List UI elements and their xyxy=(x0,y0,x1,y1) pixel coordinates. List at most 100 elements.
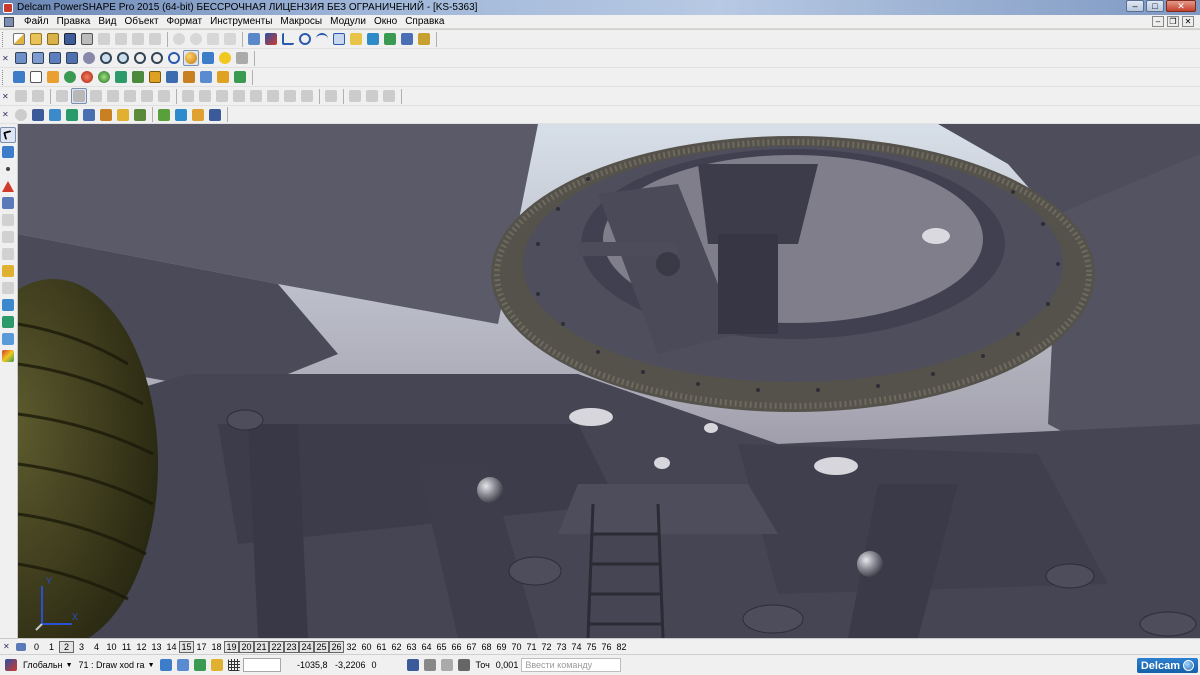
select-arrow-icon[interactable] xyxy=(0,127,16,143)
view-top-icon[interactable] xyxy=(30,50,46,66)
select-wireframe-icon[interactable] xyxy=(81,107,97,123)
coord-y[interactable]: -3,2206 xyxy=(331,658,369,672)
solid-chamfer-icon[interactable] xyxy=(180,88,196,104)
solid-fillet-icon[interactable] xyxy=(156,88,172,104)
level-19[interactable]: 19 xyxy=(224,640,239,653)
menu-edit[interactable]: Правка xyxy=(53,16,95,27)
redo-list-icon[interactable] xyxy=(222,31,238,47)
level-24[interactable]: 24 xyxy=(299,640,314,653)
warning-icon[interactable] xyxy=(0,178,16,194)
transfer-icon[interactable] xyxy=(232,69,248,85)
close-toolbar-icon[interactable]: ✕ xyxy=(2,54,10,63)
doc-close-icon[interactable]: ✕ xyxy=(1182,16,1194,27)
level-22[interactable]: 22 xyxy=(269,640,284,653)
box-select-icon[interactable] xyxy=(0,144,16,160)
text-icon[interactable] xyxy=(331,31,347,47)
redo-icon[interactable] xyxy=(188,31,204,47)
rotate-icon[interactable] xyxy=(0,229,16,245)
sphere-icon[interactable] xyxy=(79,69,95,85)
color-icon[interactable] xyxy=(0,348,16,364)
zoom-in-icon[interactable] xyxy=(98,50,114,66)
maximize-icon[interactable]: □ xyxy=(1146,0,1164,12)
level-25[interactable]: 25 xyxy=(314,640,329,653)
menu-object[interactable]: Объект xyxy=(120,16,162,27)
sphere-green-icon[interactable] xyxy=(96,69,112,85)
level-4[interactable]: 4 xyxy=(89,641,104,653)
menu-help[interactable]: Справка xyxy=(401,16,448,27)
curve-icon[interactable] xyxy=(314,31,330,47)
solid-tree-icon[interactable] xyxy=(323,88,339,104)
view-rotate-icon[interactable] xyxy=(81,50,97,66)
menu-format[interactable]: Формат xyxy=(163,16,207,27)
level-62[interactable]: 62 xyxy=(389,641,404,653)
close-toolbar-icon[interactable]: ✕ xyxy=(2,110,10,119)
level-26[interactable]: 26 xyxy=(329,640,344,653)
solid-loft-icon[interactable] xyxy=(122,88,138,104)
status-select-icon[interactable] xyxy=(158,657,174,673)
component-icon[interactable] xyxy=(181,69,197,85)
shaded-wire-icon[interactable] xyxy=(200,50,216,66)
cone-icon[interactable] xyxy=(113,69,129,85)
solid-thicken-icon[interactable] xyxy=(265,88,281,104)
level-10[interactable]: 10 xyxy=(104,641,119,653)
zoom-box-icon[interactable] xyxy=(132,50,148,66)
line-icon[interactable] xyxy=(280,31,296,47)
level-72[interactable]: 72 xyxy=(539,641,554,653)
level-17[interactable]: 17 xyxy=(194,641,209,653)
select-surfaces-icon[interactable] xyxy=(64,107,80,123)
undo-list-icon[interactable] xyxy=(205,31,221,47)
save-icon[interactable] xyxy=(62,31,78,47)
scale-icon[interactable] xyxy=(0,246,16,262)
doc-minimize-icon[interactable]: – xyxy=(1152,16,1164,27)
solid-repair-icon[interactable] xyxy=(364,88,380,104)
level-61[interactable]: 61 xyxy=(374,641,389,653)
minimize-icon[interactable]: – xyxy=(1126,0,1144,12)
menu-modules[interactable]: Модули xyxy=(326,16,370,27)
solid-draft-icon[interactable] xyxy=(197,88,213,104)
calculator-icon[interactable] xyxy=(405,657,421,673)
menu-view[interactable]: Вид xyxy=(94,16,120,27)
level-67[interactable]: 67 xyxy=(464,641,479,653)
block-icon[interactable] xyxy=(147,69,163,85)
new-model-icon[interactable] xyxy=(11,31,27,47)
coord-mode-icon[interactable] xyxy=(439,657,455,673)
select-mesh-icon[interactable] xyxy=(98,107,114,123)
solid-hole-icon[interactable] xyxy=(214,88,230,104)
level-64[interactable]: 64 xyxy=(419,641,434,653)
parts-icon[interactable] xyxy=(215,69,231,85)
tree-icon[interactable] xyxy=(198,69,214,85)
status-grid-snap-icon[interactable] xyxy=(192,657,208,673)
document-icon[interactable] xyxy=(4,16,14,27)
solid-feature-icon[interactable] xyxy=(62,69,78,85)
mirror-icon[interactable] xyxy=(0,263,16,279)
level-63[interactable]: 63 xyxy=(404,641,419,653)
select-solids-icon[interactable] xyxy=(47,107,63,123)
workplane-status-icon[interactable] xyxy=(3,657,19,673)
level-66[interactable]: 66 xyxy=(449,641,464,653)
pin-icon[interactable] xyxy=(0,161,16,177)
select-hidden-icon[interactable] xyxy=(156,107,172,123)
solid-boolean-icon[interactable] xyxy=(54,88,70,104)
mesh-icon[interactable] xyxy=(399,31,415,47)
level-12[interactable]: 12 xyxy=(134,641,149,653)
light-icon[interactable] xyxy=(217,50,233,66)
zoom-fit-icon[interactable] xyxy=(149,50,165,66)
measure-icon[interactable] xyxy=(0,297,16,313)
select-symbols-icon[interactable] xyxy=(132,107,148,123)
level-70[interactable]: 70 xyxy=(509,641,524,653)
menu-file[interactable]: Файл xyxy=(20,16,53,27)
command-input[interactable] xyxy=(521,658,622,672)
solid-replace-icon[interactable] xyxy=(299,88,315,104)
solid-icon[interactable] xyxy=(382,31,398,47)
level-14[interactable]: 14 xyxy=(164,641,179,653)
analysis-icon[interactable] xyxy=(0,314,16,330)
tolerance-value[interactable]: 0,001 xyxy=(493,658,522,672)
quick-select-icon[interactable] xyxy=(30,107,46,123)
doc-restore-icon[interactable]: ❐ xyxy=(1167,16,1179,27)
delete-icon[interactable] xyxy=(147,31,163,47)
view-iso-icon[interactable] xyxy=(64,50,80,66)
level-21[interactable]: 21 xyxy=(254,640,269,653)
grid-icon[interactable] xyxy=(226,657,242,673)
solid-offset-icon[interactable] xyxy=(248,88,264,104)
select-points-icon[interactable] xyxy=(115,107,131,123)
